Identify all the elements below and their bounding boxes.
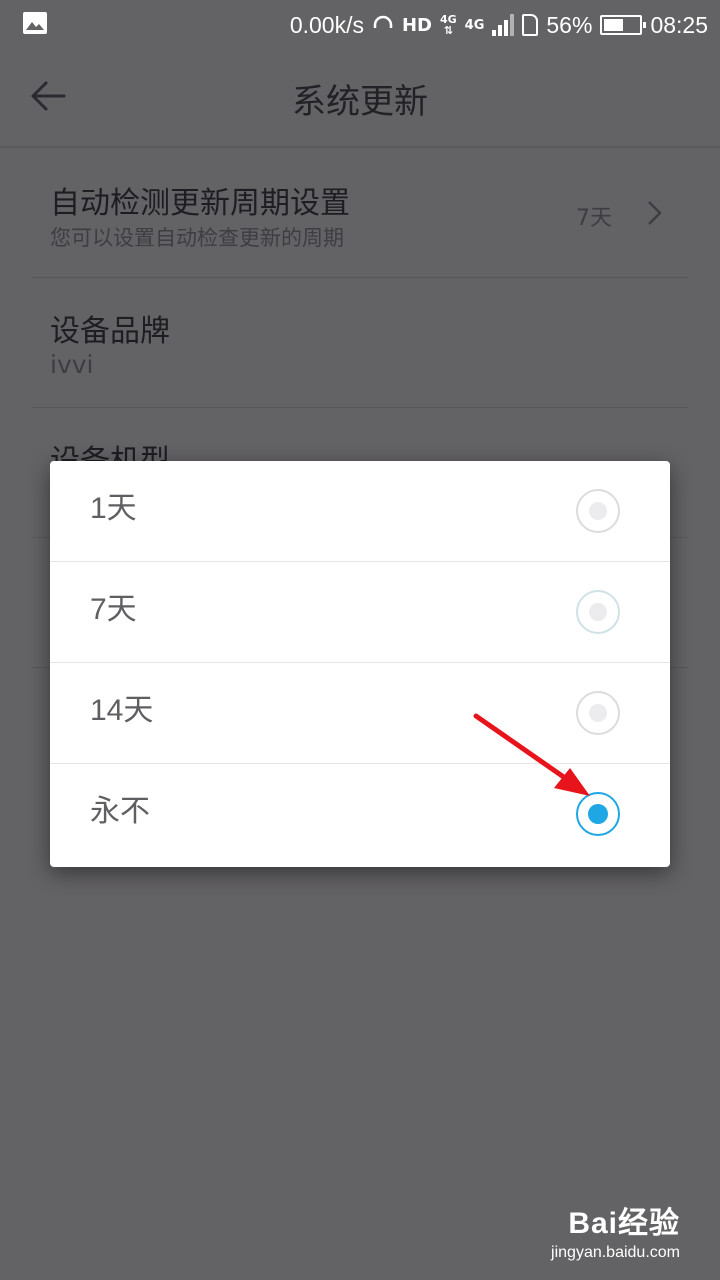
watermark-brand: Bai经验: [568, 1207, 680, 1240]
battery-percent: 56%: [546, 11, 593, 38]
app-header: 系统更新: [0, 50, 720, 148]
status-bar: 0.00k/s HD 4G ⇅ 4G 56% 08:25: [0, 0, 720, 50]
page-title: 系统更新: [292, 82, 428, 122]
radio-button[interactable]: [576, 489, 620, 533]
option-label: 永不: [90, 795, 150, 828]
sim-card-icon: [522, 14, 539, 36]
option-label: 7天: [90, 593, 137, 626]
signal-icon: [492, 14, 515, 36]
headset-icon: [373, 15, 393, 28]
battery-icon: [600, 15, 647, 35]
option-7-days[interactable]: 7天: [50, 562, 670, 663]
setting-label: 设备品牌: [50, 314, 170, 349]
device-brand-setting: 设备品牌 ivvi: [32, 278, 688, 408]
auto-check-period-setting[interactable]: 自动检测更新周期设置 您可以设置自动检查更新的周期 7天: [32, 148, 688, 278]
option-label: 14天: [90, 694, 154, 727]
red-arrow-annotation-icon: [473, 713, 590, 796]
option-label: 1天: [90, 492, 137, 525]
network-type-bottom: 4G: [464, 17, 485, 33]
setting-value: ivvi: [50, 350, 94, 379]
network-speed: 0.00k/s: [289, 11, 364, 38]
watermark-url: jingyan.baidu.com: [551, 1244, 680, 1261]
chevron-right-icon: [648, 201, 662, 225]
image-notification-icon: [23, 12, 47, 34]
hd-voice-badge: HD: [401, 14, 432, 36]
option-1-day[interactable]: 1天: [50, 461, 670, 562]
network-type-arrows-icon: ⇅: [443, 24, 453, 37]
setting-description: 您可以设置自动检查更新的周期: [50, 226, 344, 250]
clock: 08:25: [650, 11, 708, 38]
radio-button[interactable]: [576, 590, 620, 634]
baidu-jingyan-watermark: Bai经验 jingyan.baidu.com: [551, 1198, 680, 1262]
setting-value: 7天: [576, 206, 612, 231]
setting-label: 自动检测更新周期设置: [50, 186, 350, 221]
